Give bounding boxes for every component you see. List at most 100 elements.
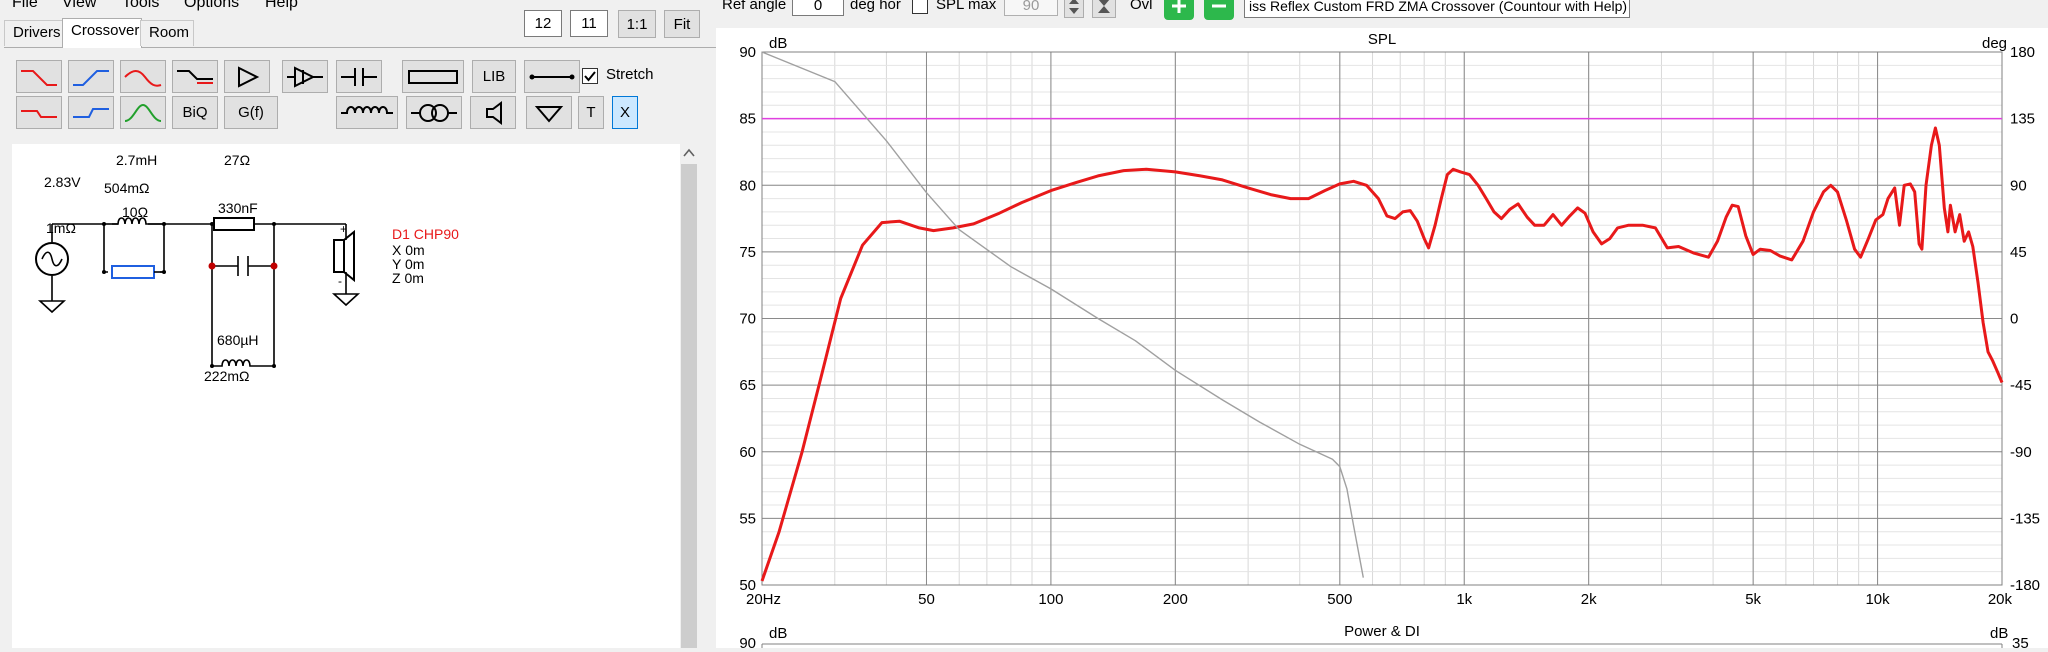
menu-help[interactable]: Help xyxy=(265,0,298,12)
schematic-svg xyxy=(35,217,361,368)
resistor-27-icon xyxy=(213,217,255,231)
menu-options[interactable]: Options xyxy=(184,0,239,12)
power-di-left-unit: dB xyxy=(769,625,787,642)
highpass-1st-order-button[interactable] xyxy=(68,60,114,93)
shelf-icon xyxy=(177,69,213,84)
inductor-button[interactable] xyxy=(336,96,398,129)
x-tick-label: 100 xyxy=(1038,591,1063,608)
driver-z-label: Z 0m xyxy=(392,270,424,286)
inductor-2-value-label: 680µH xyxy=(217,332,259,348)
inductor-1-value-label: 2.7mH xyxy=(116,152,158,168)
lowpass-curve-icon xyxy=(124,69,162,87)
biquad-button[interactable]: BiQ xyxy=(172,96,218,129)
spl-spin-button[interactable] xyxy=(1064,0,1084,18)
resistor-10-label: 10Ω xyxy=(122,204,149,220)
lowpass-2nd-order-button[interactable] xyxy=(16,96,62,129)
y-right-tick-label: 0 xyxy=(2010,311,2018,328)
menu-view[interactable]: View xyxy=(62,0,96,12)
x-tick-label: 2k xyxy=(1581,591,1597,608)
fit-button[interactable]: Fit xyxy=(664,10,700,38)
lowpass-2nd-icon xyxy=(21,109,57,118)
y-tick-label: 80 xyxy=(739,177,756,194)
scroll-up-icon xyxy=(683,148,695,157)
schematic-canvas[interactable]: 2.83V 1mΩ 2.7mH 504mΩ 10Ω 27Ω 330nF 680µ… xyxy=(12,144,680,648)
power-di-chart-svg: dB dB Power & DI 90 35 xyxy=(739,623,2029,652)
buffer-icon xyxy=(287,65,323,88)
power-di-title: Power & DI xyxy=(1344,623,1420,640)
one-to-one-button[interactable]: 1:1 xyxy=(618,10,656,38)
y-right-tick-label: 45 xyxy=(2010,244,2027,261)
y-right-tick-label: 135 xyxy=(2010,111,2035,128)
driver-name-label: D1 CHP90 xyxy=(392,226,459,242)
ref-angle-input[interactable]: 0 xyxy=(792,0,844,16)
spl-curve xyxy=(760,126,2004,582)
stretch-label: Stretch xyxy=(606,66,654,83)
bandpass-button[interactable] xyxy=(120,96,166,129)
source-voltage-label: 2.83V xyxy=(44,174,81,190)
y-tick-label: 85 xyxy=(739,111,756,128)
inductor-1-resistance-label: 504mΩ xyxy=(104,180,150,196)
spl-max-checkbox[interactable] xyxy=(912,0,928,14)
plus-icon xyxy=(1172,0,1186,13)
power-di-graph[interactable]: dB dB Power & DI 90 35 xyxy=(716,620,2048,652)
amplifier-icon xyxy=(238,65,260,88)
spl-max-input[interactable]: 90 xyxy=(1004,0,1058,16)
text-button[interactable]: T xyxy=(578,96,604,129)
highpass-2nd-order-button[interactable] xyxy=(68,96,114,129)
stretch-checkbox[interactable] xyxy=(582,68,598,84)
phase-curve xyxy=(761,51,1364,578)
library-button[interactable]: LIB xyxy=(472,60,516,93)
wire-icon xyxy=(529,74,575,79)
y-right-tick-label: -45 xyxy=(2010,377,2032,394)
y-tick-label: 75 xyxy=(739,244,756,261)
lowpass-1st-order-button[interactable] xyxy=(16,60,62,93)
wire-button[interactable] xyxy=(524,60,580,93)
buffer-amplifier-button[interactable] xyxy=(282,60,328,93)
cursor-mode-button[interactable] xyxy=(1092,0,1116,18)
tab-room[interactable]: Room xyxy=(140,20,194,46)
source-resistance-label: 1mΩ xyxy=(46,220,76,236)
spl-chart-title: SPL xyxy=(1368,31,1396,48)
close-x-button[interactable]: X xyxy=(612,96,638,129)
tab-crossover[interactable]: Crossover xyxy=(62,18,142,48)
amplifier-button[interactable] xyxy=(224,60,270,93)
menu-tools[interactable]: Tools xyxy=(122,0,159,12)
x-axis-labels: 20Hz 50 100 200 500 1k 2k 5k 10k 20k xyxy=(746,591,2012,608)
remove-overlay-button[interactable] xyxy=(1204,0,1234,20)
y-right-tick-label: -90 xyxy=(2010,444,2032,461)
driver-speaker-icon xyxy=(333,239,345,273)
y-right-tick-label: -180 xyxy=(2010,577,2040,594)
bandpass-icon xyxy=(124,103,162,122)
capacitor-button[interactable] xyxy=(336,60,382,93)
x-tick-label: 50 xyxy=(918,591,935,608)
spl-graph[interactable]: 90 85 80 75 70 65 60 55 50 180 135 90 45 0 -45 -90 -135… xyxy=(716,28,2048,620)
driver-button[interactable] xyxy=(470,96,516,129)
resistor-icon xyxy=(408,69,458,84)
ground-button[interactable] xyxy=(526,96,572,129)
transfer-function-button[interactable]: G(f) xyxy=(224,96,278,129)
add-overlay-button[interactable] xyxy=(1164,0,1194,20)
y-axis-right-labels: 180 135 90 45 0 -45 -90 -135 -180 xyxy=(2010,44,2040,594)
canvas-scrollbar[interactable] xyxy=(680,144,698,648)
scrollbar-thumb[interactable] xyxy=(681,164,697,648)
x-tick-label: 10k xyxy=(1865,591,1890,608)
view-width-input[interactable]: 12 xyxy=(524,10,562,37)
deg-hor-label: deg hor xyxy=(850,0,901,13)
inductor-2-resistance-label: 222mΩ xyxy=(204,368,250,384)
resistor-button[interactable] xyxy=(402,60,464,93)
view-height-input[interactable]: 11 xyxy=(570,10,608,37)
lowpass-curve-button[interactable] xyxy=(120,60,166,93)
minus-icon xyxy=(1212,4,1226,8)
driver-minus-label: - xyxy=(338,274,342,288)
shelf-filter-button[interactable] xyxy=(172,60,218,93)
cursor-icon xyxy=(1098,0,1110,13)
power-di-y-right-tick: 35 xyxy=(2012,635,2029,648)
y-right-tick-label: -135 xyxy=(2010,510,2040,527)
transformer-button[interactable] xyxy=(406,96,462,129)
menu-file[interactable]: File xyxy=(12,0,38,12)
tab-drivers[interactable]: Drivers xyxy=(4,20,64,46)
y-axis-left-unit: dB xyxy=(769,35,787,52)
driver-ground-icon xyxy=(331,290,361,307)
resistor-10-icon xyxy=(111,265,155,279)
project-title-input[interactable]: iss Reflex Custom FRD ZMA Crossover (Cou… xyxy=(1244,0,1630,18)
